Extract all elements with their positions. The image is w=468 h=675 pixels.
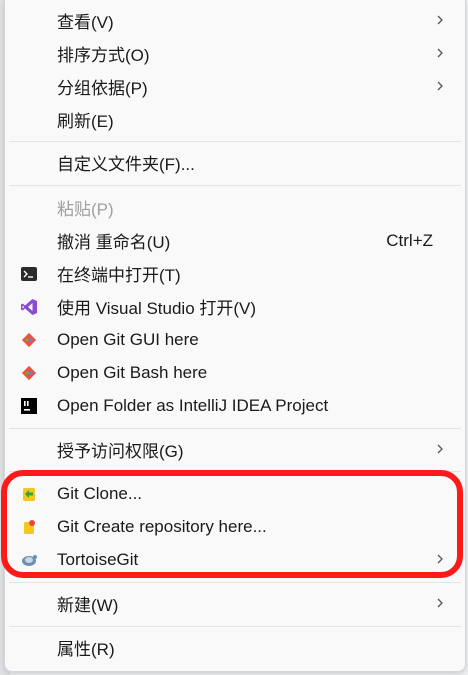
menu-item-group-by[interactable]: 分组依据(P)	[5, 70, 465, 103]
menu-item-git-create-repository[interactable]: Git Create repository here...	[5, 510, 465, 543]
menu-separator	[9, 428, 461, 429]
menu-item-customize-folder[interactable]: 自定义文件夹(F)...	[5, 146, 465, 179]
menu-item-sort-by[interactable]: 排序方式(O)	[5, 37, 465, 70]
menu-item-git-clone[interactable]: Git Clone...	[5, 477, 465, 510]
git-bash-icon	[21, 365, 37, 381]
menu-item-label: Git Create repository here...	[57, 516, 267, 536]
visual-studio-icon	[21, 299, 37, 315]
chevron-right-icon	[437, 81, 443, 91]
tortoisegit-icon	[22, 555, 37, 566]
menu-item-open-git-bash[interactable]: Open Git Bash here	[5, 356, 465, 389]
menu-item-label: 在终端中打开(T)	[57, 266, 181, 285]
menu-item-grant-access[interactable]: 授予访问权限(G)	[5, 433, 465, 466]
context-menu: 查看(V) 排序方式(O) 分组依据(P) 刷新(E) 自定义文件夹(F)...…	[4, 0, 466, 672]
menu-item-new[interactable]: 新建(W)	[5, 587, 465, 620]
menu-item-label: 刷新(E)	[57, 112, 114, 131]
menu-item-open-in-terminal[interactable]: 在终端中打开(T)	[5, 257, 465, 290]
menu-item-paste: 粘贴(P)	[5, 191, 465, 224]
menu-item-label: 自定义文件夹(F)...	[57, 155, 195, 174]
menu-item-refresh[interactable]: 刷新(E)	[5, 103, 465, 136]
menu-item-label: Open Git GUI here	[57, 329, 199, 349]
terminal-icon	[21, 267, 37, 281]
menu-item-label: 分组依据(P)	[57, 79, 148, 98]
menu-item-label: Open Folder as IntelliJ IDEA Project	[57, 395, 329, 415]
chevron-right-icon	[437, 15, 443, 25]
menu-separator	[9, 582, 461, 583]
menu-item-label: 使用 Visual Studio 打开(V)	[57, 299, 257, 318]
chevron-right-icon	[437, 598, 443, 608]
chevron-right-icon	[437, 554, 443, 564]
menu-item-shortcut: Ctrl+Z	[386, 230, 433, 250]
menu-item-label: 新建(W)	[57, 596, 119, 615]
git-clone-icon	[23, 488, 35, 501]
menu-item-view[interactable]: 查看(V)	[5, 4, 465, 37]
menu-item-open-intellij[interactable]: Open Folder as IntelliJ IDEA Project	[5, 389, 465, 422]
menu-separator	[9, 141, 461, 142]
menu-item-open-git-gui[interactable]: Open Git GUI here	[5, 323, 465, 356]
git-create-repo-icon	[24, 520, 35, 534]
menu-item-open-with-visual-studio[interactable]: 使用 Visual Studio 打开(V)	[5, 290, 465, 323]
menu-separator	[9, 471, 461, 472]
menu-item-label: Git Clone...	[57, 483, 143, 503]
menu-item-label: 查看(V)	[57, 13, 114, 32]
menu-item-tortoisegit[interactable]: TortoiseGit	[5, 543, 465, 576]
menu-item-label: 撤消 重命名(U)	[57, 233, 171, 252]
menu-item-label: 排序方式(O)	[57, 46, 150, 65]
intellij-icon	[21, 398, 37, 414]
chevron-right-icon	[437, 48, 443, 58]
menu-item-label: 授予访问权限(G)	[57, 442, 184, 461]
menu-item-label: TortoiseGit	[57, 549, 139, 569]
menu-separator	[9, 626, 461, 627]
menu-item-label: 粘贴(P)	[57, 200, 114, 219]
menu-item-label: Open Git Bash here	[57, 362, 208, 382]
chevron-right-icon	[437, 444, 443, 454]
menu-separator	[9, 185, 461, 186]
menu-item-label: 属性(R)	[57, 640, 115, 659]
menu-item-properties[interactable]: 属性(R)	[5, 631, 465, 664]
menu-item-undo-rename[interactable]: 撤消 重命名(U) Ctrl+Z	[5, 224, 465, 257]
git-gui-icon	[21, 332, 37, 348]
